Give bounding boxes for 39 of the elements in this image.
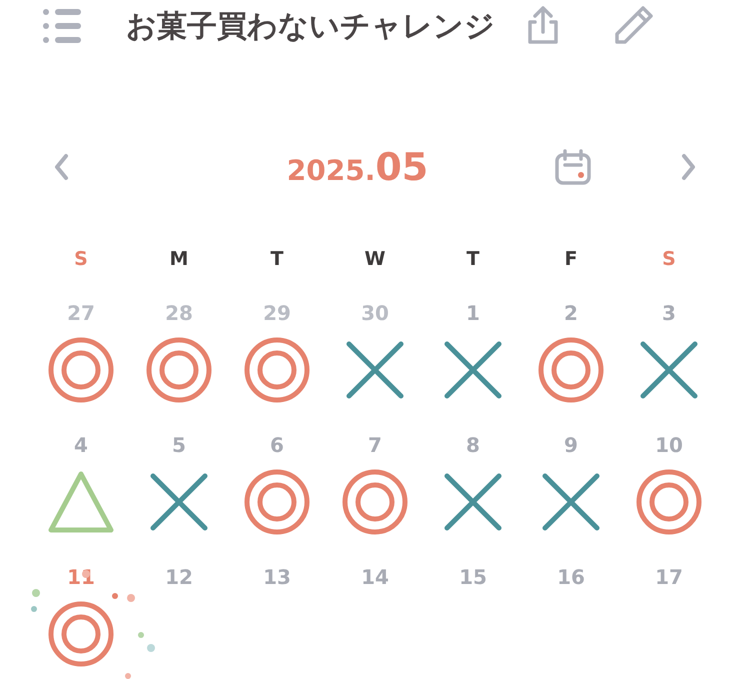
circle-mark-icon (145, 336, 213, 404)
day-number: 15 (459, 564, 487, 590)
day-number: 8 (466, 432, 480, 458)
circle-mark-icon (537, 336, 605, 404)
day-number: 7 (368, 432, 382, 458)
day-number: 12 (165, 564, 193, 590)
weekday-label: S (661, 248, 677, 272)
day-number: 6 (270, 432, 284, 458)
weekday-label: T (466, 248, 480, 272)
day-number: 17 (655, 564, 683, 590)
day-number: 29 (263, 300, 291, 326)
day-number: 5 (172, 432, 186, 458)
calendar-icon[interactable] (553, 147, 593, 187)
weekday-label: T (270, 248, 284, 272)
weekday-label: S (73, 248, 89, 272)
day-number: 14 (361, 564, 389, 590)
day-number: 10 (655, 432, 683, 458)
year-label: 2025. (286, 154, 376, 187)
day-number: 3 (662, 300, 676, 326)
month-label: 05 (375, 145, 428, 189)
circle-mark-icon (635, 468, 703, 536)
app-title: お菓子買わないチャレンジ (126, 8, 495, 46)
circle-mark-icon (47, 600, 115, 668)
day-number: 27 (67, 300, 95, 326)
day-number: 16 (557, 564, 585, 590)
day-number: 28 (165, 300, 193, 326)
circle-mark-icon (243, 468, 311, 536)
day-number: 9 (564, 432, 578, 458)
day-number: 13 (263, 564, 291, 590)
circle-mark-icon (47, 336, 115, 404)
weekday-label: W (364, 248, 386, 272)
circle-mark-icon (341, 468, 409, 536)
weekday-label: F (564, 248, 578, 272)
day-number: 1 (466, 300, 480, 326)
day-number: 2 (564, 300, 578, 326)
weekday-label: M (168, 248, 190, 272)
day-number: 30 (361, 300, 389, 326)
circle-mark-icon (243, 336, 311, 404)
day-number: 4 (74, 432, 88, 458)
